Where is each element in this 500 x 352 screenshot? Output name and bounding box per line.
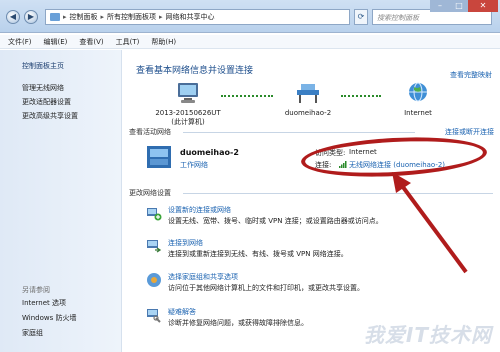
menu-bar: 文件(F) 编辑(E) 查看(V) 工具(T) 帮助(H) <box>0 35 500 49</box>
minimize-button[interactable]: – <box>430 0 450 12</box>
homegroup-icon <box>147 273 161 287</box>
address-bar-area: ◀ ▶ ▸ 控制面板 ▸ 所有控制面板项 ▸ 网络和共享中心 ⟳ 搜索控制面板 … <box>0 0 500 33</box>
task-title-link[interactable]: 疑难解答 <box>168 307 196 317</box>
close-button[interactable]: ✕ <box>468 0 498 12</box>
network-sharing-center-window: ◀ ▶ ▸ 控制面板 ▸ 所有控制面板项 ▸ 网络和共享中心 ⟳ 搜索控制面板 … <box>0 0 500 352</box>
task-description: 诊断并修复网络问题，或获得故障排除信息。 <box>168 319 308 327</box>
task-description: 设置无线、宽带、拨号、临时或 VPN 连接；或设置路由器或访问点。 <box>168 217 383 225</box>
maximize-button[interactable]: □ <box>450 0 468 12</box>
menu-help[interactable]: 帮助(H) <box>151 37 176 47</box>
map-node-network: duomeihao-2 <box>263 82 353 117</box>
sidebar-item-firewall[interactable]: Windows 防火墙 <box>22 313 76 323</box>
network-type-link[interactable]: 工作网络 <box>180 160 208 170</box>
sidebar-item-manage-wireless[interactable]: 管理无线网络 <box>22 83 64 93</box>
computer-icon <box>178 83 198 103</box>
globe-icon <box>409 82 427 102</box>
active-network-name: duomeihao-2 <box>180 148 239 157</box>
sidebar-item-advanced-sharing[interactable]: 更改高级共享设置 <box>22 111 78 121</box>
sidebar-item-adapter-settings[interactable]: 更改适配器设置 <box>22 97 71 107</box>
menu-tools[interactable]: 工具(T) <box>116 37 140 47</box>
connect-network-icon <box>147 240 162 253</box>
task-description: 访问位于其他网络计算机上的文件和打印机，或更改共享设置。 <box>168 284 364 292</box>
map-node-computer: 2013-20150626UT (此计算机) <box>143 82 233 127</box>
sidebar-item-internet-options[interactable]: Internet 选项 <box>22 298 66 308</box>
address-input[interactable]: ▸ 控制面板 ▸ 所有控制面板项 ▸ 网络和共享中心 <box>45 9 350 25</box>
breadcrumb-item[interactable]: 网络和共享中心 <box>166 12 215 22</box>
sidebar-item-home[interactable]: 控制面板主页 <box>22 61 64 71</box>
connect-disconnect-link[interactable]: 连接或断开连接 <box>445 127 494 137</box>
back-button[interactable]: ◀ <box>6 10 20 24</box>
breadcrumb-item[interactable]: 所有控制面板项 <box>107 12 156 22</box>
breadcrumb-item[interactable]: 控制面板 <box>70 12 98 22</box>
sidebar-item-homegroup[interactable]: 家庭组 <box>22 328 43 338</box>
refresh-icon[interactable]: ⟳ <box>354 9 368 25</box>
node-sublabel: (此计算机) <box>171 118 205 126</box>
menu-file[interactable]: 文件(F) <box>8 37 32 47</box>
network-bench-icon <box>147 146 171 168</box>
node-label: duomeihao-2 <box>284 109 332 117</box>
page-title: 查看基本网络信息并设置连接 <box>136 66 254 76</box>
task-title-link[interactable]: 设置新的连接或网络 <box>168 205 231 215</box>
folder-icon <box>50 13 60 21</box>
main-content: 查看基本网络信息并设置连接 查看完整映射 2013-20150626UT (此计… <box>123 50 500 352</box>
node-label: 2013-20150626UT <box>155 109 221 117</box>
node-label: Internet <box>404 109 432 117</box>
task-title-link[interactable]: 连接到网络 <box>168 238 203 248</box>
see-also-heading: 另请参阅 <box>22 286 50 294</box>
forward-button[interactable]: ▶ <box>24 10 38 24</box>
new-connection-icon <box>147 208 162 221</box>
active-networks-heading: 查看活动网络 <box>129 128 171 136</box>
change-settings-heading: 更改网络设置 <box>129 189 171 197</box>
full-map-link[interactable]: 查看完整映射 <box>450 70 492 80</box>
menu-view[interactable]: 查看(V) <box>79 37 103 47</box>
watermark: 我爱IT技术网 <box>363 323 492 347</box>
network-bench-icon <box>297 84 319 103</box>
troubleshoot-icon <box>147 309 161 323</box>
sidebar: 控制面板主页 管理无线网络 更改适配器设置 更改高级共享设置 另请参阅 Inte… <box>0 50 122 352</box>
task-title-link[interactable]: 选择家庭组和共享选项 <box>168 272 238 282</box>
annotation-oval <box>300 133 488 181</box>
map-node-internet: Internet <box>373 82 463 117</box>
menu-edit[interactable]: 编辑(E) <box>44 37 68 47</box>
task-description: 连接到或重新连接到无线、有线、拨号或 VPN 网络连接。 <box>168 250 348 258</box>
